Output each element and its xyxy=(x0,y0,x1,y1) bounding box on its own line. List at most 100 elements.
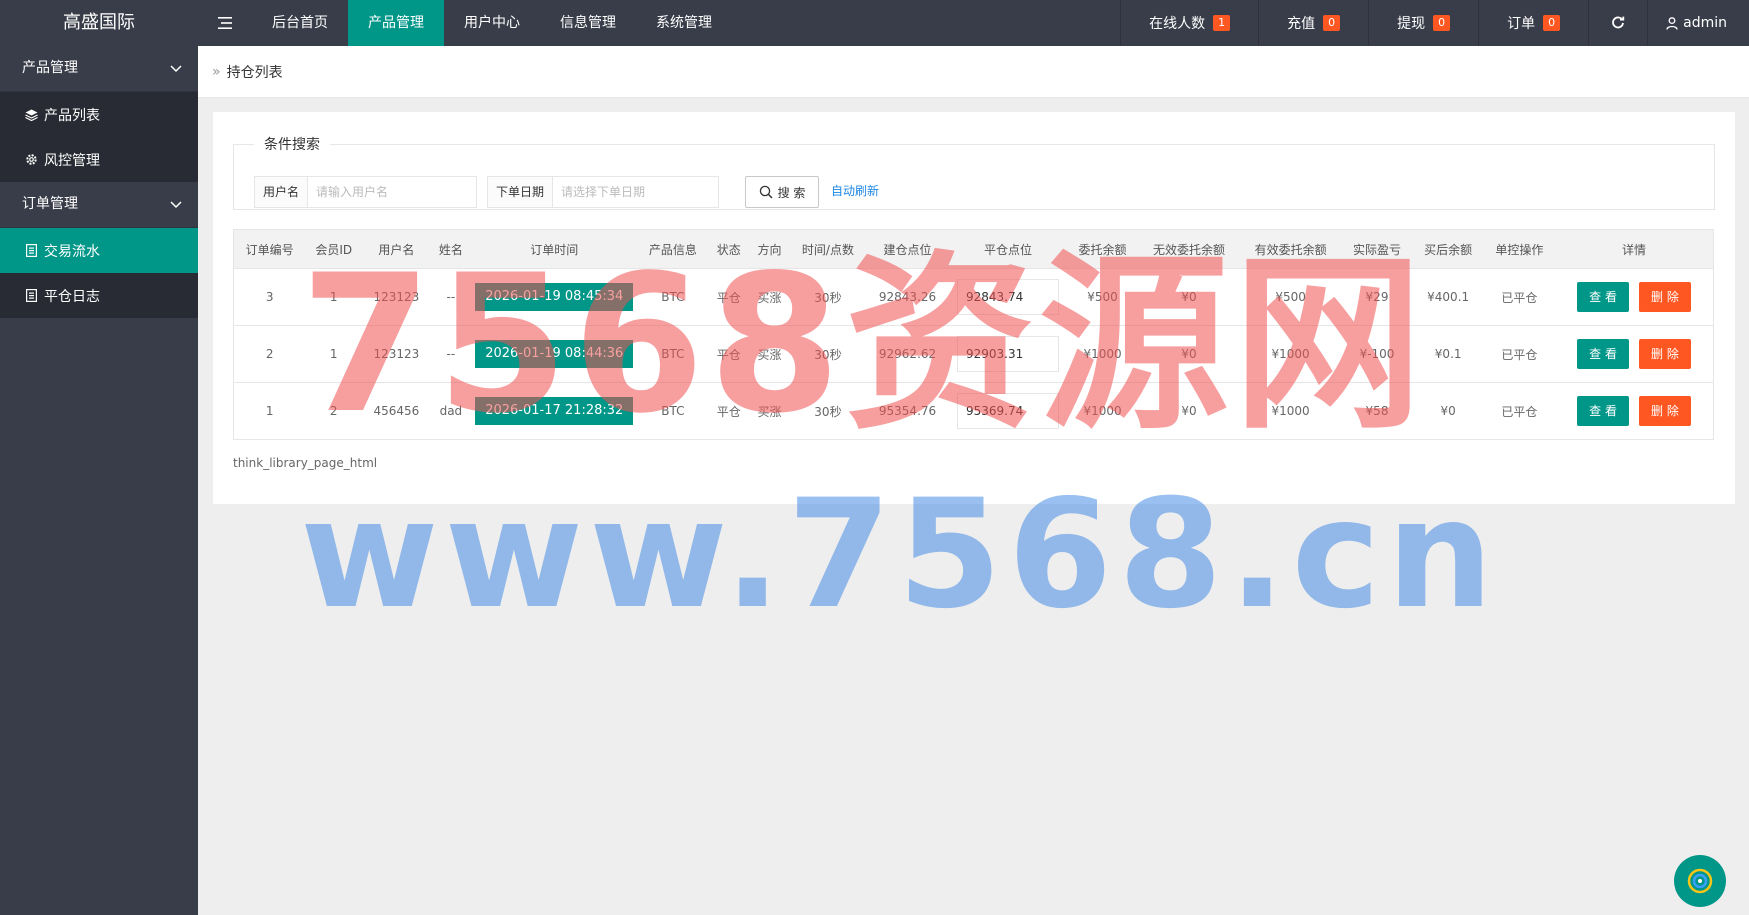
cell-after-balance: ¥0.1 xyxy=(1412,325,1484,383)
nav-system[interactable]: 系统管理 xyxy=(636,0,732,46)
layers-icon xyxy=(24,108,38,122)
user-icon xyxy=(1666,16,1678,30)
cell-invalid-entrust: ¥0 xyxy=(1138,268,1240,326)
order-date-input[interactable] xyxy=(553,177,719,207)
close-price-input[interactable] xyxy=(956,393,1059,429)
cell-entrust: ¥1000 xyxy=(1066,382,1139,440)
refresh-button[interactable] xyxy=(1588,0,1647,46)
cell-control: 已平仓 xyxy=(1483,382,1555,440)
view-button[interactable]: 查 看 xyxy=(1577,396,1629,426)
cell-detail: 查 看删 除 xyxy=(1555,325,1714,383)
cell-valid-entrust: ¥1000 xyxy=(1239,325,1342,383)
online-label: 在线人数 xyxy=(1149,16,1206,32)
cell-status: 平仓 xyxy=(708,268,750,326)
list-icon xyxy=(24,289,38,303)
nav-info[interactable]: 信息管理 xyxy=(540,0,636,46)
pagination: think_library_page_html xyxy=(233,456,378,470)
col-after-balance: 买后余额 xyxy=(1412,229,1484,269)
nav-products[interactable]: 产品管理 xyxy=(348,0,444,46)
cell-after-balance: ¥0 xyxy=(1412,382,1484,440)
chevron-down-icon xyxy=(170,182,182,227)
withdraw-link[interactable]: 提现 0 xyxy=(1368,0,1478,46)
col-status: 状态 xyxy=(708,229,750,269)
cell-member-id: 1 xyxy=(305,325,363,383)
sidebar: 产品管理 产品列表 风控管理 订单管理 交易流水 平仓日志 xyxy=(0,46,198,915)
recharge-link[interactable]: 充值 0 xyxy=(1258,0,1368,46)
order-link[interactable]: 订单 0 xyxy=(1478,0,1588,46)
order-time-tag: 2026-01-17 21:28:32 xyxy=(475,397,634,425)
nav-home[interactable]: 后台首页 xyxy=(252,0,348,46)
username-label: admin xyxy=(1683,15,1727,31)
sidebar-item-trade-flow[interactable]: 交易流水 xyxy=(0,228,198,273)
cell-username: 123123 xyxy=(362,325,431,383)
sidebar-item-close-log[interactable]: 平仓日志 xyxy=(0,273,198,318)
cell-close-price xyxy=(948,268,1067,326)
col-direction: 方向 xyxy=(749,229,790,269)
cell-name: -- xyxy=(430,268,472,326)
cell-order-time: 2026-01-19 08:44:36 xyxy=(471,325,638,383)
cell-pnl: ¥-100 xyxy=(1341,325,1413,383)
table-row: 1 2 456456 dad 2026-01-17 21:28:32 BTC 平… xyxy=(233,382,1714,440)
cell-pnl: ¥29 xyxy=(1341,268,1413,326)
col-pnl: 实际盈亏 xyxy=(1341,229,1413,269)
view-button[interactable]: 查 看 xyxy=(1577,282,1629,312)
menu-icon xyxy=(218,17,232,29)
delete-button[interactable]: 删 除 xyxy=(1639,396,1691,426)
delete-button[interactable]: 删 除 xyxy=(1639,339,1691,369)
sidebar-item-risk-control[interactable]: 风控管理 xyxy=(0,137,198,182)
col-username: 用户名 xyxy=(362,229,431,269)
auto-refresh-link[interactable]: 自动刷新 xyxy=(831,182,879,199)
cell-order-id: 3 xyxy=(233,268,306,326)
col-name: 姓名 xyxy=(430,229,472,269)
search-button-label: 搜 索 xyxy=(777,185,806,200)
cell-detail: 查 看删 除 xyxy=(1555,382,1714,440)
col-entrust: 委托余额 xyxy=(1066,229,1139,269)
breadcrumb-current: 持仓列表 xyxy=(226,64,283,81)
close-price-input[interactable] xyxy=(956,336,1059,372)
cell-member-id: 1 xyxy=(305,268,363,326)
delete-button[interactable]: 删 除 xyxy=(1639,282,1691,312)
col-product: 产品信息 xyxy=(637,229,709,269)
cell-valid-entrust: ¥500 xyxy=(1239,268,1342,326)
online-users-link[interactable]: 在线人数 1 xyxy=(1120,0,1258,46)
username-field: 用户名 xyxy=(254,176,478,208)
logo: 高盛国际 xyxy=(63,12,135,33)
search-fieldset: 条件搜索 用户名 下单日期 搜 索 自动刷新 xyxy=(233,134,1715,210)
close-price-input[interactable] xyxy=(956,279,1059,315)
user-menu[interactable]: admin xyxy=(1647,0,1749,46)
col-invalid-entrust: 无效委托余额 xyxy=(1138,229,1240,269)
cell-username: 456456 xyxy=(362,382,431,440)
cell-duration: 30秒 xyxy=(789,382,867,440)
col-detail: 详情 xyxy=(1555,229,1714,269)
col-control: 单控操作 xyxy=(1483,229,1555,269)
search-button[interactable]: 搜 索 xyxy=(745,176,819,208)
cell-pnl: ¥58 xyxy=(1341,382,1413,440)
col-valid-entrust: 有效委托余额 xyxy=(1239,229,1342,269)
order-label: 订单 xyxy=(1507,16,1536,32)
gear-icon xyxy=(24,153,38,167)
list-icon xyxy=(24,244,38,258)
cell-order-time: 2026-01-17 21:28:32 xyxy=(471,382,638,440)
cell-open-price: 92843.26 xyxy=(866,268,949,326)
cell-duration: 30秒 xyxy=(789,268,867,326)
username-input[interactable] xyxy=(308,177,477,207)
cell-control: 已平仓 xyxy=(1483,268,1555,326)
col-duration: 时间/点数 xyxy=(789,229,867,269)
sidebar-item-product-list[interactable]: 产品列表 xyxy=(0,92,198,137)
sidebar-item-label: 产品列表 xyxy=(44,107,100,124)
floating-assistant-button[interactable] xyxy=(1674,855,1726,907)
cell-status: 平仓 xyxy=(708,382,750,440)
sidebar-group-products[interactable]: 产品管理 xyxy=(0,46,198,92)
cell-status: 平仓 xyxy=(708,325,750,383)
breadcrumb: » 持仓列表 xyxy=(198,46,1749,98)
sidebar-group-orders[interactable]: 订单管理 xyxy=(0,182,198,228)
view-button[interactable]: 查 看 xyxy=(1577,339,1629,369)
cell-username: 123123 xyxy=(362,268,431,326)
col-member-id: 会员ID xyxy=(305,229,363,269)
online-badge: 1 xyxy=(1213,15,1231,31)
menu-toggle-button[interactable] xyxy=(198,0,252,46)
nav-users[interactable]: 用户中心 xyxy=(444,0,540,46)
cell-entrust: ¥1000 xyxy=(1066,325,1139,383)
col-close-price: 平仓点位 xyxy=(948,229,1067,269)
top-header: 高盛国际 后台首页 产品管理 用户中心 信息管理 系统管理 在线人数 1 充值 … xyxy=(0,0,1749,46)
